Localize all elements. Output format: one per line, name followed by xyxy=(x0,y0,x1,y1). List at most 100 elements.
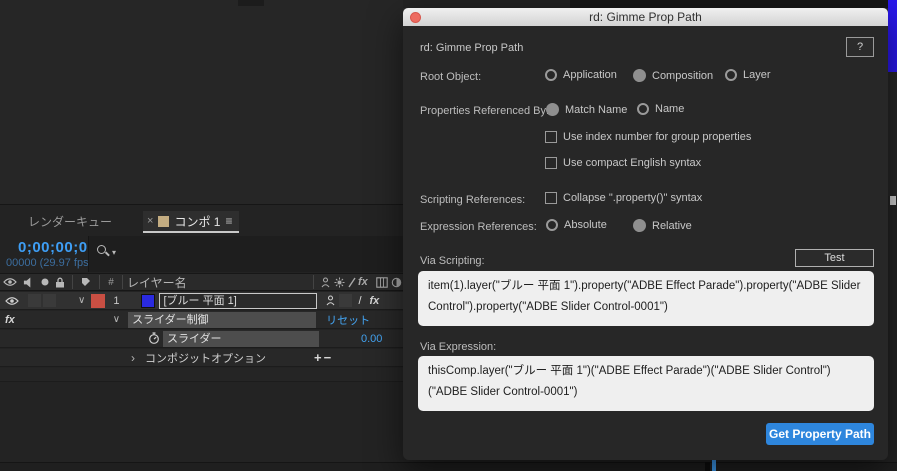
frame-info: 00000 (29.97 fps) xyxy=(6,257,93,269)
layer-number: 1 xyxy=(113,294,120,307)
via-expression-label: Via Expression: xyxy=(420,341,497,353)
audio-icon[interactable] xyxy=(20,276,37,288)
checkbox-index-number[interactable]: Use index number for group properties xyxy=(545,131,751,143)
stopwatch-icon[interactable] xyxy=(147,332,161,345)
radio-absolute-label: Absolute xyxy=(564,219,607,231)
radio-application-label: Application xyxy=(563,69,617,81)
get-property-path-button[interactable]: Get Property Path xyxy=(766,423,874,445)
layer-quality-switch[interactable]: / xyxy=(358,295,361,307)
active-tab-underline xyxy=(143,231,239,233)
audio-switch-box[interactable] xyxy=(28,294,41,307)
expression-references-label: Expression References: xyxy=(420,221,537,233)
effect-fx-badge: fx xyxy=(5,313,15,326)
radio-selected-icon[interactable] xyxy=(633,69,646,82)
viewer-divider xyxy=(238,0,264,6)
search-icon[interactable] xyxy=(97,245,111,259)
add-remove-buttons[interactable]: +− xyxy=(314,350,333,365)
label-color-chip[interactable] xyxy=(91,293,106,308)
radio-application[interactable]: Application xyxy=(545,69,617,81)
collapse-switch-box[interactable] xyxy=(339,294,353,307)
radio-selected-icon[interactable] xyxy=(633,219,646,232)
panel-gap xyxy=(570,0,888,8)
solid-color-swatch[interactable] xyxy=(141,293,156,308)
empty-row xyxy=(0,368,403,382)
app-window: レンダーキュー × コンポ 1 ≡ 0;00;00;00 00000 (29.9… xyxy=(0,0,897,471)
tab-comp-1-label: コンポ 1 xyxy=(174,214,221,229)
radio-icon[interactable] xyxy=(725,69,737,81)
compositing-options-label: コンポジットオプション xyxy=(145,352,266,365)
radio-icon[interactable] xyxy=(546,219,558,231)
radio-match-name[interactable]: Match Name xyxy=(546,103,627,116)
quality-icon[interactable] xyxy=(346,277,358,288)
radio-selected-icon[interactable] xyxy=(546,103,559,116)
search-input[interactable] xyxy=(88,236,403,272)
radio-icon[interactable] xyxy=(545,69,557,81)
solo-switch-box[interactable] xyxy=(43,294,56,307)
layer-expand-chevron-icon[interactable]: ∨ xyxy=(78,295,85,306)
radio-composition-label: Composition xyxy=(652,69,714,82)
timeline-bottom-strip xyxy=(0,462,897,471)
slider-property-name[interactable]: スライダー xyxy=(163,330,319,347)
via-expression-field[interactable]: thisComp.layer("ブルー 平面 1")("ADBE Effect … xyxy=(418,356,874,411)
slider-property-row[interactable]: スライダー 0.00 xyxy=(0,330,403,348)
effect-name[interactable]: スライダー制御 xyxy=(128,311,317,328)
tab-render-queue[interactable]: レンダーキュー xyxy=(28,213,112,230)
slider-value[interactable]: 0.00 xyxy=(361,333,382,345)
frame-blend-icon[interactable] xyxy=(374,276,389,288)
checkbox-compact-english[interactable]: Use compact English syntax xyxy=(545,157,701,169)
layer-fx-switch[interactable]: fx xyxy=(370,295,380,307)
plus-icon[interactable]: + xyxy=(314,350,324,365)
timeline-bottom-divider xyxy=(705,462,710,471)
via-scripting-field[interactable]: item(1).layer("ブルー 平面 1").property("ADBE… xyxy=(418,271,874,326)
root-object-label: Root Object: xyxy=(420,71,482,83)
radio-name-label: Name xyxy=(655,103,685,115)
effect-reset-link[interactable]: リセット xyxy=(326,312,370,328)
scripting-references-label: Scripting References: xyxy=(420,194,526,206)
checkbox-icon[interactable] xyxy=(545,192,557,204)
lock-icon[interactable] xyxy=(52,277,68,288)
effect-row[interactable]: fx ∨ スライダー制御 リセット xyxy=(0,311,403,329)
radio-icon[interactable] xyxy=(637,103,649,115)
minus-icon[interactable]: − xyxy=(324,350,334,365)
radio-layer[interactable]: Layer xyxy=(725,69,771,81)
layer-name-field[interactable]: [ブルー 平面 1] xyxy=(159,292,318,309)
radio-absolute[interactable]: Absolute xyxy=(546,219,607,231)
close-icon[interactable]: × xyxy=(147,215,153,227)
test-button[interactable]: Test xyxy=(795,249,874,267)
panel-menu-icon[interactable]: ≡ xyxy=(225,214,232,228)
effects-column-icon[interactable]: fx xyxy=(358,276,374,288)
tab-comp-1[interactable]: × コンポ 1 ≡ xyxy=(143,211,239,231)
close-window-icon[interactable] xyxy=(410,11,421,23)
timeline-column-header: # レイヤー名 fx xyxy=(0,273,403,291)
radio-relative-label: Relative xyxy=(652,219,692,232)
checkbox-icon[interactable] xyxy=(545,131,557,143)
timecode-display[interactable]: 0;00;00;00 xyxy=(18,239,96,256)
search-options-caret-icon[interactable]: ▾ xyxy=(112,248,116,257)
copt-chevron-icon[interactable]: › xyxy=(131,351,135,365)
collapse-transform-icon[interactable] xyxy=(332,277,346,288)
column-number[interactable]: # xyxy=(104,277,118,288)
layer-eye-icon[interactable] xyxy=(2,296,22,306)
dialog-titlebar[interactable]: rd: Gimme Prop Path xyxy=(403,8,888,26)
layer-row[interactable]: ∨ 1 [ブルー 平面 1] / fx xyxy=(0,292,403,310)
checkbox-index-number-label: Use index number for group properties xyxy=(563,131,752,143)
compositing-options-row[interactable]: › コンポジットオプション +− xyxy=(0,349,403,367)
radio-composition[interactable]: Composition xyxy=(633,69,713,82)
help-button[interactable]: ? xyxy=(846,37,874,57)
column-layer-name[interactable]: レイヤー名 xyxy=(127,274,187,291)
dialog-title: rd: Gimme Prop Path xyxy=(589,10,702,24)
effect-expand-chevron-icon[interactable]: ∨ xyxy=(113,314,120,325)
motion-blur-icon[interactable] xyxy=(389,277,403,288)
shy-icon[interactable] xyxy=(318,276,332,288)
eye-icon[interactable] xyxy=(0,277,20,287)
viewer-fragment xyxy=(888,72,897,196)
checkbox-collapse-property[interactable]: Collapse ".property()" syntax xyxy=(545,192,702,204)
blue-solid-layer-fragment xyxy=(888,0,897,72)
solo-icon[interactable] xyxy=(37,278,52,286)
radio-name[interactable]: Name xyxy=(637,103,684,115)
radio-match-name-label: Match Name xyxy=(565,103,628,116)
radio-relative[interactable]: Relative xyxy=(633,219,692,232)
label-color-icon[interactable] xyxy=(77,276,95,288)
checkbox-icon[interactable] xyxy=(545,157,557,169)
layer-shy-icon[interactable] xyxy=(323,295,337,306)
